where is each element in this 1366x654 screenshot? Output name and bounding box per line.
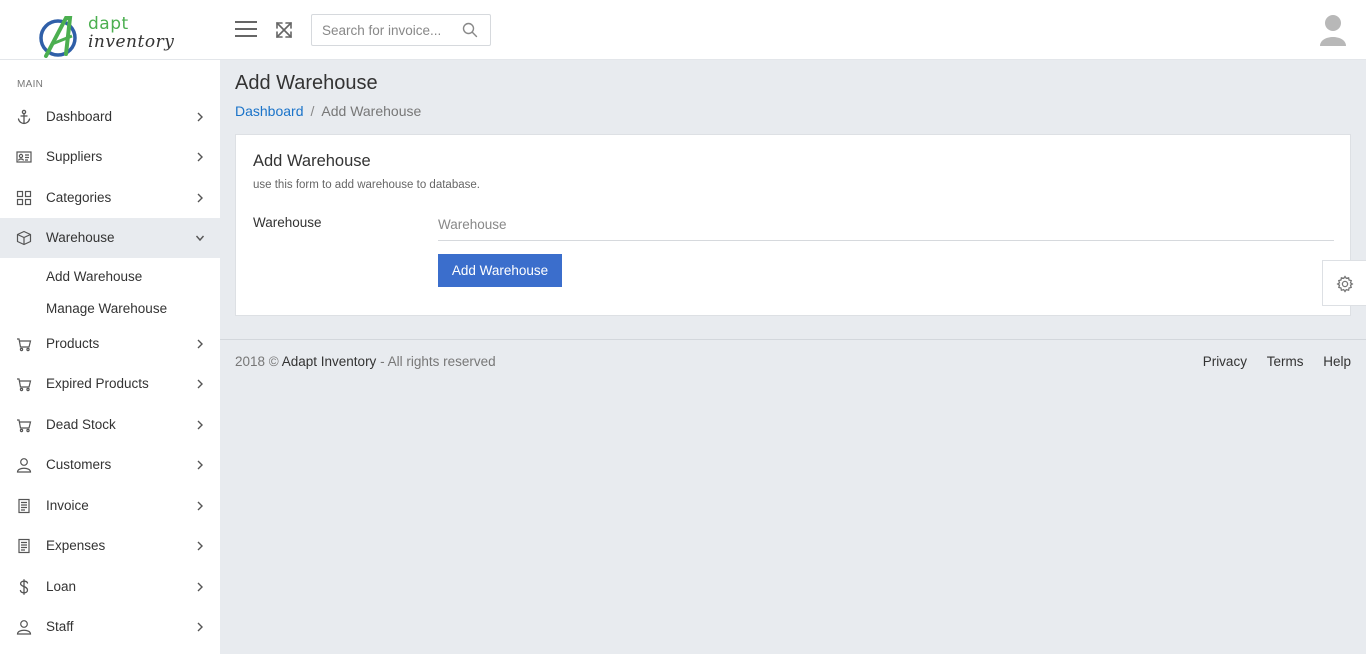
breadcrumb-home-link[interactable]: Dashboard (235, 103, 304, 119)
sidebar-item-dead-stock[interactable]: Dead Stock (0, 405, 220, 445)
sidebar-item-label: Categories (46, 190, 112, 205)
footer-links: Privacy Terms Help (1187, 354, 1351, 369)
footer-divider (220, 339, 1366, 340)
sidebar-item-label: Dead Stock (46, 417, 116, 432)
sidebar-item-expenses[interactable]: Expenses (0, 526, 220, 566)
anchor-icon (17, 109, 31, 125)
sidebar-item-label: Loan (46, 579, 77, 594)
breadcrumb-current: Add Warehouse (321, 103, 422, 119)
search-box (311, 14, 491, 46)
dollar-icon (19, 579, 29, 595)
chevron-right-icon (197, 541, 203, 551)
sidebar: MAIN Dashboard Suppliers Categories Ware… (0, 60, 220, 654)
footer-brand-link[interactable]: Adapt Inventory (282, 354, 377, 369)
warehouse-input[interactable] (438, 209, 1334, 241)
footer-prefix: 2018 © (235, 354, 279, 369)
sidebar-subitem-manage-warehouse[interactable]: Manage Warehouse (46, 301, 167, 316)
footer-suffix: - All rights reserved (380, 354, 496, 369)
logo[interactable]: dapt inventory (36, 14, 186, 58)
id-card-icon (16, 151, 32, 163)
sidebar-item-expired-products[interactable]: Expired Products (0, 364, 220, 404)
logo-text-top: dapt (88, 14, 129, 34)
sidebar-item-label: Warehouse (46, 230, 115, 245)
sidebar-item-customers[interactable]: Customers (0, 445, 220, 485)
sidebar-subitem-add-warehouse[interactable]: Add Warehouse (46, 269, 142, 284)
form-title: Add Warehouse (253, 152, 371, 170)
sidebar-item-label: Products (46, 336, 100, 351)
sidebar-item-label: Expired Products (46, 376, 149, 391)
chevron-right-icon (197, 152, 203, 162)
receipt-icon (18, 538, 30, 554)
box-icon (16, 230, 32, 246)
chevron-right-icon (197, 420, 203, 430)
gear-icon (1336, 275, 1354, 293)
sidebar-item-products[interactable]: Products (0, 324, 220, 364)
sidebar-item-label: Invoice (46, 498, 89, 513)
sidebar-item-label: Dashboard (46, 109, 113, 124)
footer-link-privacy[interactable]: Privacy (1203, 354, 1247, 369)
breadcrumb: Dashboard / Add Warehouse (235, 103, 421, 119)
receipt-icon (18, 498, 30, 514)
user-icon (16, 620, 32, 635)
sidebar-item-dashboard[interactable]: Dashboard (0, 97, 220, 137)
grid-icon (16, 190, 32, 206)
chevron-right-icon (197, 379, 203, 389)
user-icon (16, 458, 32, 473)
chevron-right-icon (197, 582, 203, 592)
chevron-right-icon (197, 193, 203, 203)
footer-link-terms[interactable]: Terms (1267, 354, 1304, 369)
sidebar-item-label: Customers (46, 457, 112, 472)
add-warehouse-card: Add Warehouse use this form to add wareh… (235, 134, 1351, 316)
cart-icon (17, 378, 32, 392)
sidebar-item-invoice[interactable]: Invoice (0, 486, 220, 526)
chevron-right-icon (197, 112, 203, 122)
chevron-right-icon (197, 460, 203, 470)
sidebar-item-categories[interactable]: Categories (0, 178, 220, 218)
top-bar: dapt inventory (0, 0, 1366, 60)
search-icon[interactable] (462, 22, 478, 38)
logo-mark-icon (39, 16, 77, 58)
sidebar-section-label: MAIN (17, 79, 44, 90)
sidebar-item-label: Expenses (46, 538, 106, 553)
chevron-down-icon (195, 235, 205, 242)
sidebar-item-warehouse[interactable]: Warehouse (0, 218, 220, 258)
sidebar-item-label: Suppliers (46, 149, 103, 164)
cart-icon (17, 338, 32, 352)
sidebar-item-label: Staff (46, 619, 74, 634)
settings-toggle[interactable] (1322, 260, 1366, 306)
menu-toggle-icon[interactable] (235, 21, 257, 39)
sidebar-item-loan[interactable]: Loan (0, 567, 220, 607)
add-warehouse-button[interactable]: Add Warehouse (438, 254, 562, 287)
cart-icon (17, 419, 32, 433)
page-title: Add Warehouse (235, 72, 378, 94)
sidebar-item-suppliers[interactable]: Suppliers (0, 137, 220, 177)
chevron-right-icon (197, 339, 203, 349)
form-subtitle: use this form to add warehouse to databa… (253, 179, 480, 191)
chevron-right-icon (197, 501, 203, 511)
footer-copyright: 2018 © Adapt Inventory - All rights rese… (235, 354, 496, 369)
sidebar-item-staff[interactable]: Staff (0, 607, 220, 647)
warehouse-field-label: Warehouse (253, 215, 322, 230)
logo-text-bottom: inventory (88, 32, 175, 52)
breadcrumb-separator: / (310, 103, 315, 119)
avatar[interactable] (1318, 12, 1348, 48)
fullscreen-icon[interactable] (274, 20, 294, 40)
search-input[interactable] (312, 15, 452, 45)
footer-link-help[interactable]: Help (1323, 354, 1351, 369)
chevron-right-icon (197, 622, 203, 632)
